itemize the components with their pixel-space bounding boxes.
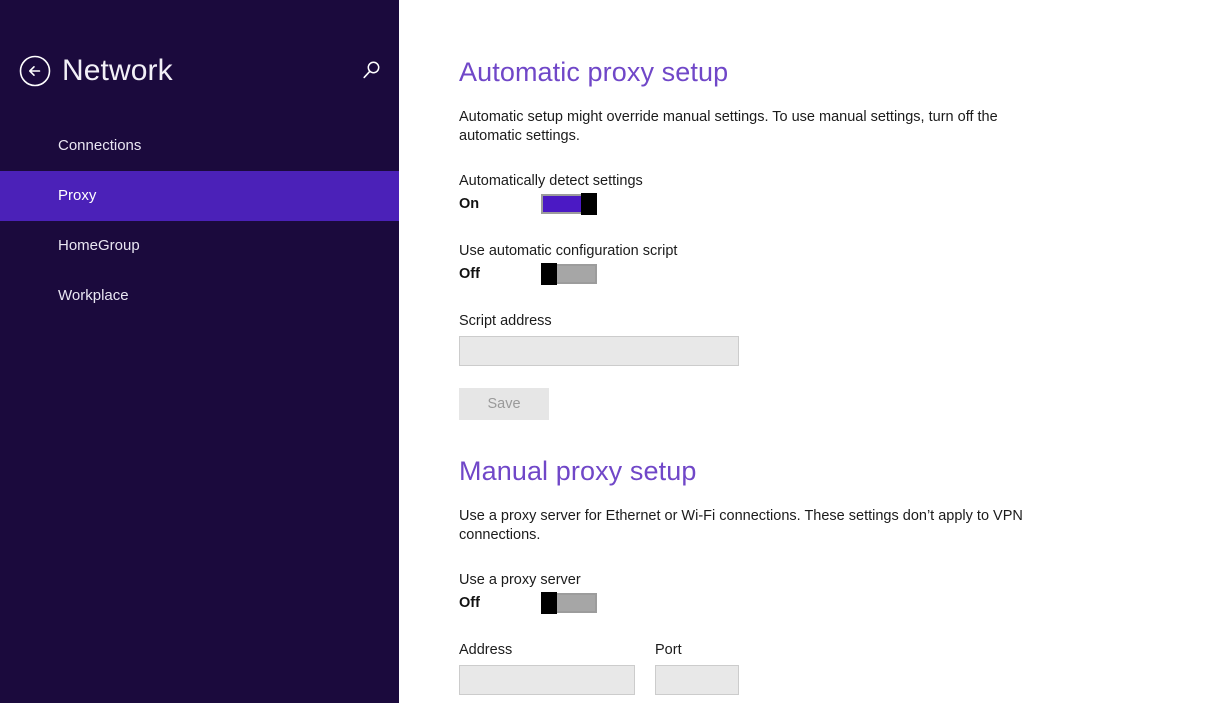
content-pane: Automatic proxy setup Automatic setup mi… [399,0,1210,703]
use-config-script-toggle-row: Off [459,263,597,285]
use-proxy-server-toggle[interactable] [541,592,597,614]
auto-detect-label: Automatically detect settings [459,173,643,189]
use-config-script-label: Use automatic configuration script [459,243,678,259]
manual-proxy-setup-description: Use a proxy server for Ethernet or Wi-Fi… [459,508,1023,543]
sidebar-nav: Connections Proxy HomeGroup Workplace [0,121,399,321]
sidebar-item-proxy[interactable]: Proxy [0,171,399,221]
address-label: Address [459,642,513,658]
page-title: Network [62,54,173,87]
address-port-row: Address Port [459,641,739,695]
use-config-script-toggle[interactable] [541,263,597,285]
search-icon[interactable] [358,58,384,84]
toggle-track [555,264,597,284]
back-arrow-circle-icon[interactable] [19,55,51,87]
toggle-thumb [541,263,557,285]
toggle-thumb [541,592,557,614]
toggle-track [555,593,597,613]
use-config-script-state: Off [459,266,480,282]
use-proxy-server-state: Off [459,595,480,611]
sidebar-item-label: Proxy [58,187,97,204]
automatic-proxy-setup-heading: Automatic proxy setup [459,57,729,87]
auto-detect-state: On [459,196,480,212]
toggle-thumb [581,193,597,215]
sidebar-item-label: Workplace [58,287,129,304]
auto-detect-toggle[interactable] [541,193,597,215]
script-address-input[interactable] [459,336,739,366]
use-proxy-server-label: Use a proxy server [459,572,581,588]
script-address-label: Script address [459,313,552,329]
toggle-track [541,194,583,214]
script-address-field-wrap [459,336,739,366]
sidebar-item-homegroup[interactable]: HomeGroup [0,221,399,271]
save-button-wrap: Save [459,388,549,420]
port-field-group: Port [655,641,739,695]
sidebar-item-label: Connections [58,137,142,154]
automatic-proxy-setup-description: Automatic setup might override manual se… [459,109,998,144]
sidebar: Network Connections Proxy HomeGroup Work… [0,0,399,703]
sidebar-item-label: HomeGroup [58,237,140,254]
manual-proxy-setup-heading: Manual proxy setup [459,456,697,486]
port-input[interactable] [655,665,739,695]
use-proxy-server-toggle-row: Off [459,592,597,614]
auto-detect-toggle-row: On [459,193,597,215]
address-field-group: Address [459,641,635,695]
sidebar-item-connections[interactable]: Connections [0,121,399,171]
port-label: Port [655,642,682,658]
save-button[interactable]: Save [459,388,549,420]
address-input[interactable] [459,665,635,695]
settings-window: Network Connections Proxy HomeGroup Work… [0,0,1210,703]
sidebar-header: Network [0,0,399,120]
sidebar-item-workplace[interactable]: Workplace [0,271,399,321]
